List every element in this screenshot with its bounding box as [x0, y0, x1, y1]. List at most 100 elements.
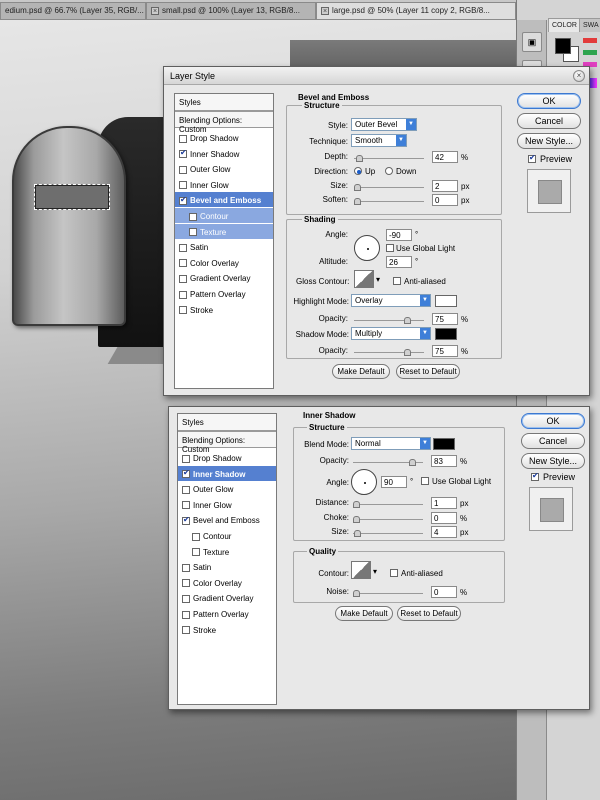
- style-item-outer-glow[interactable]: Outer Glow: [175, 161, 273, 176]
- style-item-gradient-overlay[interactable]: Gradient Overlay: [178, 590, 276, 605]
- global-light-checkbox-2[interactable]: [421, 477, 429, 485]
- style-item-inner-shadow[interactable]: Inner Shadow: [175, 146, 273, 161]
- ok-button-2[interactable]: OK: [521, 413, 585, 429]
- slider-thumb[interactable]: [404, 317, 411, 324]
- shadow-color-swatch[interactable]: [433, 438, 455, 450]
- slider-thumb[interactable]: [409, 459, 416, 466]
- angle-dial[interactable]: [354, 235, 380, 261]
- style-item-bevel-and-emboss[interactable]: Bevel and Emboss: [175, 192, 273, 208]
- shadow-opacity-input[interactable]: 75: [432, 345, 458, 357]
- style-checkbox[interactable]: [182, 515, 190, 525]
- angle-input[interactable]: -90: [386, 229, 412, 241]
- style-checkbox[interactable]: [179, 274, 187, 283]
- style-checkbox[interactable]: [182, 501, 190, 510]
- mini-bridge-icon[interactable]: ▣: [522, 32, 542, 52]
- opacity-slider[interactable]: [353, 459, 423, 466]
- chevron-down-icon[interactable]: ▾: [373, 567, 377, 576]
- contour-picker[interactable]: [351, 561, 371, 579]
- soften-input[interactable]: 0: [432, 194, 458, 206]
- style-checkbox[interactable]: [179, 259, 187, 268]
- slider-thumb[interactable]: [356, 155, 363, 162]
- cancel-button[interactable]: Cancel: [517, 113, 581, 129]
- preview-checkbox-2[interactable]: [531, 471, 539, 481]
- slider-thumb[interactable]: [404, 349, 411, 356]
- style-item-drop-shadow[interactable]: Drop Shadow: [175, 130, 273, 145]
- style-checkbox[interactable]: [189, 228, 197, 237]
- style-item-stroke[interactable]: Stroke: [175, 302, 273, 317]
- slider-thumb[interactable]: [353, 516, 360, 523]
- reset-default-button[interactable]: Reset to Default: [396, 364, 460, 379]
- direction-down-radio[interactable]: [385, 167, 393, 175]
- close-icon[interactable]: ×: [573, 70, 585, 82]
- style-checkbox[interactable]: [179, 148, 187, 159]
- reset-default-button-2[interactable]: Reset to Default: [397, 606, 461, 621]
- highlight-opacity-slider[interactable]: [354, 317, 424, 324]
- slider-thumb[interactable]: [354, 184, 361, 191]
- style-item-color-overlay[interactable]: Color Overlay: [175, 255, 273, 270]
- blending-options-item[interactable]: Blending Options: Custom: [178, 431, 276, 454]
- tab-color[interactable]: COLOR: [548, 18, 581, 32]
- foreground-color-swatch[interactable]: [555, 38, 571, 54]
- style-item-pattern-overlay[interactable]: Pattern Overlay: [178, 606, 276, 621]
- ok-button[interactable]: OK: [517, 93, 581, 109]
- style-checkbox[interactable]: [182, 610, 190, 619]
- size-input[interactable]: 2: [432, 180, 458, 192]
- choke-slider[interactable]: [353, 516, 423, 523]
- style-item-bevel-and-emboss[interactable]: Bevel and Emboss: [178, 512, 276, 527]
- slider-thumb[interactable]: [354, 530, 361, 537]
- slider-thumb[interactable]: [353, 501, 360, 508]
- style-select[interactable]: Outer Bevel ▼: [351, 118, 417, 131]
- cancel-button-2[interactable]: Cancel: [521, 433, 585, 449]
- style-checkbox[interactable]: [182, 579, 190, 588]
- style-item-contour[interactable]: Contour: [175, 208, 273, 223]
- style-checkbox[interactable]: [179, 306, 187, 315]
- chevron-down-icon[interactable]: ▾: [376, 275, 380, 284]
- style-item-satin[interactable]: Satin: [175, 239, 273, 254]
- style-item-drop-shadow[interactable]: Drop Shadow: [178, 450, 276, 465]
- style-checkbox[interactable]: [182, 468, 190, 479]
- highlight-mode-select[interactable]: Overlay ▼: [351, 294, 431, 307]
- style-checkbox[interactable]: [179, 134, 187, 143]
- style-checkbox[interactable]: [192, 548, 200, 557]
- anti-aliased-checkbox[interactable]: [393, 277, 401, 285]
- doc-tab-large[interactable]: × large.psd @ 50% (Layer 11 copy 2, RGB/8…: [316, 2, 516, 19]
- style-item-outer-glow[interactable]: Outer Glow: [178, 481, 276, 496]
- style-item-texture[interactable]: Texture: [178, 544, 276, 559]
- styles-header[interactable]: Styles: [178, 414, 276, 431]
- distance-slider[interactable]: [353, 501, 423, 508]
- style-item-contour[interactable]: Contour: [178, 528, 276, 543]
- close-icon[interactable]: ×: [151, 7, 159, 15]
- size-slider[interactable]: [354, 184, 424, 191]
- depth-slider[interactable]: [354, 155, 424, 162]
- angle-input-2[interactable]: 90: [381, 476, 407, 488]
- altitude-input[interactable]: 26: [386, 256, 412, 268]
- style-item-inner-shadow[interactable]: Inner Shadow: [178, 465, 276, 481]
- style-checkbox[interactable]: [179, 165, 187, 174]
- blending-options-item[interactable]: Blending Options: Custom: [175, 111, 273, 134]
- style-item-inner-glow[interactable]: Inner Glow: [178, 497, 276, 512]
- noise-slider[interactable]: [353, 590, 423, 597]
- style-checkbox[interactable]: [179, 195, 187, 205]
- make-default-button-2[interactable]: Make Default: [335, 606, 393, 621]
- style-checkbox[interactable]: [179, 243, 187, 252]
- slider-thumb[interactable]: [354, 198, 361, 205]
- choke-input[interactable]: 0: [431, 512, 457, 524]
- style-item-inner-glow[interactable]: Inner Glow: [175, 177, 273, 192]
- new-style-button[interactable]: New Style...: [517, 133, 581, 149]
- red-slider[interactable]: [583, 38, 597, 43]
- shadow-mode-select[interactable]: Multiply ▼: [351, 327, 431, 340]
- blend-mode-select[interactable]: Normal ▼: [351, 437, 431, 450]
- direction-up-radio[interactable]: [354, 167, 362, 175]
- style-checkbox[interactable]: [179, 181, 187, 190]
- new-style-button-2[interactable]: New Style...: [521, 453, 585, 469]
- shadow-opacity-slider[interactable]: [354, 349, 424, 356]
- angle-dial-2[interactable]: [351, 469, 377, 495]
- highlight-opacity-input[interactable]: 75: [432, 313, 458, 325]
- size-input-2[interactable]: 4: [431, 526, 457, 538]
- style-checkbox[interactable]: [189, 212, 197, 221]
- style-item-pattern-overlay[interactable]: Pattern Overlay: [175, 286, 273, 301]
- distance-input[interactable]: 1: [431, 497, 457, 509]
- slider-thumb[interactable]: [353, 590, 360, 597]
- soften-slider[interactable]: [354, 198, 424, 205]
- shadow-color-swatch[interactable]: [435, 328, 457, 340]
